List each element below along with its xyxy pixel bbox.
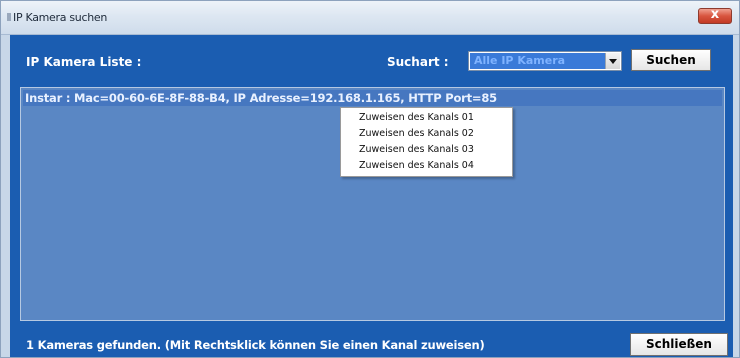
search-type-dropdown[interactable]: Alle IP Kamera [468,51,622,71]
close-dialog-button[interactable]: Schließen [630,333,728,356]
menu-item-assign-channel-01[interactable]: Zuweisen des Kanals 01 [341,111,512,125]
menu-item-assign-channel-03[interactable]: Zuweisen des Kanals 03 [341,143,512,157]
main-panel: IP Kamera Liste : Suchart : Alle IP Kame… [10,35,733,357]
dialog-window: IP Kamera suchen x IP Kamera Liste : Suc… [0,0,740,358]
camera-list-label: IP Kamera Liste : [26,55,142,69]
status-text: 1 Kameras gefunden. (Mit Rechtsklick kön… [26,338,485,352]
context-menu: Zuweisen des Kanals 01 Zuweisen des Kana… [340,107,513,177]
window-title: IP Kamera suchen [13,11,108,24]
dropdown-arrow-icon[interactable] [605,53,620,69]
menu-item-assign-channel-02[interactable]: Zuweisen des Kanals 02 [341,127,512,141]
search-type-value: Alle IP Kamera [470,53,605,69]
list-item[interactable]: Instar : Mac=00-60-6E-8F-88-B4, IP Adres… [23,90,722,106]
close-window-button[interactable]: x [698,7,732,24]
window-icon [7,13,11,21]
search-button[interactable]: Suchen [631,49,711,71]
close-icon: x [710,7,720,22]
menu-item-assign-channel-04[interactable]: Zuweisen des Kanals 04 [341,159,512,173]
title-bar[interactable]: IP Kamera suchen x [1,1,739,35]
search-type-label: Suchart : [387,55,449,69]
